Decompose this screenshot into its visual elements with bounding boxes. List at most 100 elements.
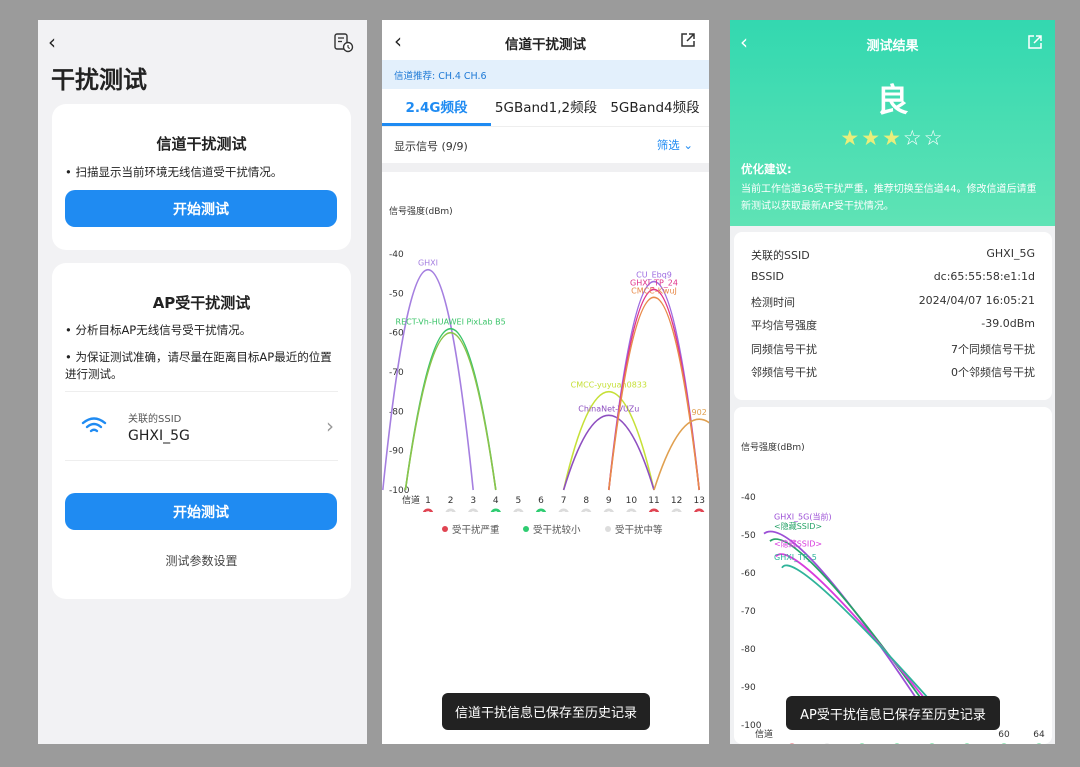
channel-badge — [929, 743, 935, 744]
x-tick-label: 11 — [648, 496, 659, 506]
page-title: 信道干扰测试 — [505, 37, 586, 53]
card-description: • 扫描显示当前环境无线信道受干扰情况。 — [65, 165, 283, 179]
legend-label: 受干扰严重 — [452, 525, 500, 536]
y-tick-label: -70 — [741, 607, 756, 617]
channel-badge-value: 0 — [539, 510, 544, 512]
ap-signal-chart: 信号强度(dBm)-40-50-60-70-80-90-100信道600640G… — [741, 441, 1045, 744]
y-tick-label: -80 — [741, 645, 756, 655]
wifi-icon — [81, 417, 107, 433]
star-outline-icon: ☆ — [902, 126, 924, 150]
y-tick-label: -90 — [389, 447, 404, 457]
filter-label: 筛选 — [656, 138, 680, 152]
signal-label: 902 — [692, 408, 707, 417]
x-tick-label: 3 — [470, 496, 476, 506]
toast-message: 信道干扰信息已保存至历史记录 — [442, 693, 650, 730]
share-icon[interactable] — [1027, 34, 1043, 50]
history-icon[interactable] — [334, 33, 354, 53]
y-tick-label: -90 — [741, 683, 756, 693]
x-tick-label: 5 — [516, 496, 522, 506]
channel-badge — [859, 743, 865, 744]
star-icon: ★ — [861, 126, 883, 150]
channel-badge-value: 0 — [448, 510, 453, 512]
x-axis-title: 信道 — [755, 728, 773, 740]
ssid-label: 关联的SSID — [128, 414, 182, 425]
legend-severe: 受干扰严重 — [442, 522, 500, 536]
info-key: 检测时间 — [751, 296, 795, 309]
info-key: BSSID — [751, 270, 785, 283]
test-settings-link[interactable]: 测试参数设置 — [52, 552, 351, 569]
ssid-row[interactable]: 关联的SSID GHXI_5G › — [65, 391, 338, 461]
channel-badge-value: 0 — [629, 510, 634, 512]
result-info-card: 关联的SSID GHXI_5G BSSID dc:65:55:58:e1:1d 检测… — [734, 232, 1052, 400]
tab-2-4g[interactable]: 2.4G频段 — [382, 96, 491, 116]
star-outline-icon: ☆ — [923, 126, 945, 150]
y-axis-title: 信号强度(dBm) — [741, 441, 805, 453]
info-value: -39.0dBm — [981, 317, 1035, 330]
ssid-value: GHXI_5G — [128, 428, 190, 444]
y-tick-label: -60 — [389, 329, 404, 339]
channel-badge — [1036, 743, 1042, 744]
card-description: • 分析目标AP无线信号受干扰情况。 — [65, 323, 252, 337]
star-icon: ★ — [882, 126, 903, 150]
channel-badge — [1001, 743, 1007, 744]
start-channel-test-button[interactable]: 开始测试 — [65, 190, 337, 227]
chevron-right-icon: › — [326, 414, 334, 438]
signal-label: GHXI_5G(当前) — [774, 512, 832, 522]
toast-message: AP受干扰信息已保存至历史记录 — [786, 696, 1000, 730]
legend-small: 受干扰较小 — [523, 522, 581, 536]
signal-curve — [382, 269, 474, 491]
channel-badge-value: 0 — [674, 510, 679, 512]
channel-badge-value: 0 — [606, 510, 611, 512]
x-tick-label: 13 — [693, 496, 704, 506]
page-title: 测试结果 — [866, 39, 919, 54]
channel-badge — [964, 743, 970, 744]
signal-label: <隐藏SSID> — [774, 538, 822, 548]
share-icon[interactable] — [680, 32, 696, 48]
channel-badge — [789, 743, 795, 744]
card-title: 信道干扰测试 — [156, 135, 247, 153]
signal-label: GHXI_TP_5 — [774, 553, 817, 562]
x-tick-label: 60 — [998, 730, 1010, 740]
signal-label: <隐藏SSID> — [774, 521, 822, 531]
y-tick-label: -40 — [389, 250, 404, 260]
signal-curve — [608, 296, 700, 491]
signal-label: CMCC-KwuJ — [631, 286, 677, 295]
channel-badge — [894, 743, 900, 744]
x-tick-label: 4 — [493, 496, 499, 506]
advice-title: 优化建议: — [741, 162, 792, 176]
signal-label: ChinaNet-VUZu — [578, 404, 639, 413]
channel-badge-value: 0 — [561, 510, 566, 512]
legend-label: 受干扰较小 — [533, 525, 581, 536]
recommend-text: 信道推荐: CH.4 CH.6 — [394, 71, 487, 82]
info-key: 同频信号干扰 — [751, 343, 817, 356]
start-ap-test-button[interactable]: 开始测试 — [65, 493, 337, 530]
channel-badge — [824, 743, 830, 744]
signal-curve — [404, 331, 497, 491]
ap-chart-card: 信号强度(dBm)-40-50-60-70-80-90-100信道600640G… — [734, 407, 1052, 744]
x-axis-title: 信道 — [402, 494, 420, 506]
x-tick-label: 8 — [583, 496, 589, 506]
channel-badge-value: 0 — [471, 510, 476, 512]
page-title: 干扰测试 — [51, 66, 147, 94]
info-row-time: 检测时间 2024/04/07 16:05:21 — [751, 294, 1035, 310]
recommend-banner: 信道推荐: CH.4 CH.6 — [382, 60, 709, 89]
info-value: GHXI_5G — [986, 247, 1035, 260]
x-tick-label: 10 — [626, 496, 638, 506]
info-value: dc:65:55:58:e1:1d — [933, 270, 1035, 283]
tab-5g-band4[interactable]: 5GBand4频段 — [601, 96, 709, 116]
y-tick-label: -60 — [741, 569, 756, 579]
x-tick-label: 12 — [671, 496, 682, 506]
panel-test-result: ‹ 测试结果 良 ★★★☆☆ 优化建议: 当前工作信道36受干扰严重，推荐切换至… — [730, 20, 1055, 744]
legend-dot — [442, 526, 448, 532]
card-note: • 为保证测试准确，请尽量在距离目标AP最近的位置进行测试。 — [65, 350, 332, 381]
info-row-avg-signal: 平均信号强度 -39.0dBm — [751, 317, 1035, 333]
tab-5g-band12[interactable]: 5GBand1,2频段 — [491, 96, 601, 116]
back-icon[interactable]: ‹ — [48, 32, 56, 52]
channel-chart: 信号强度(dBm)-40-50-60-70-80-90-100信道1320304… — [382, 205, 709, 512]
x-tick-label: 1 — [425, 496, 431, 506]
filter-button[interactable]: 筛选 ⌄ — [657, 137, 693, 153]
star-icon: ★ — [840, 126, 862, 150]
legend-dot — [605, 526, 611, 532]
signal-label: RECT-Vh-HUAWEI PixLab B5 — [396, 318, 506, 327]
info-row-cochannel: 同频信号干扰 7个同频信号干扰 — [751, 341, 1035, 357]
